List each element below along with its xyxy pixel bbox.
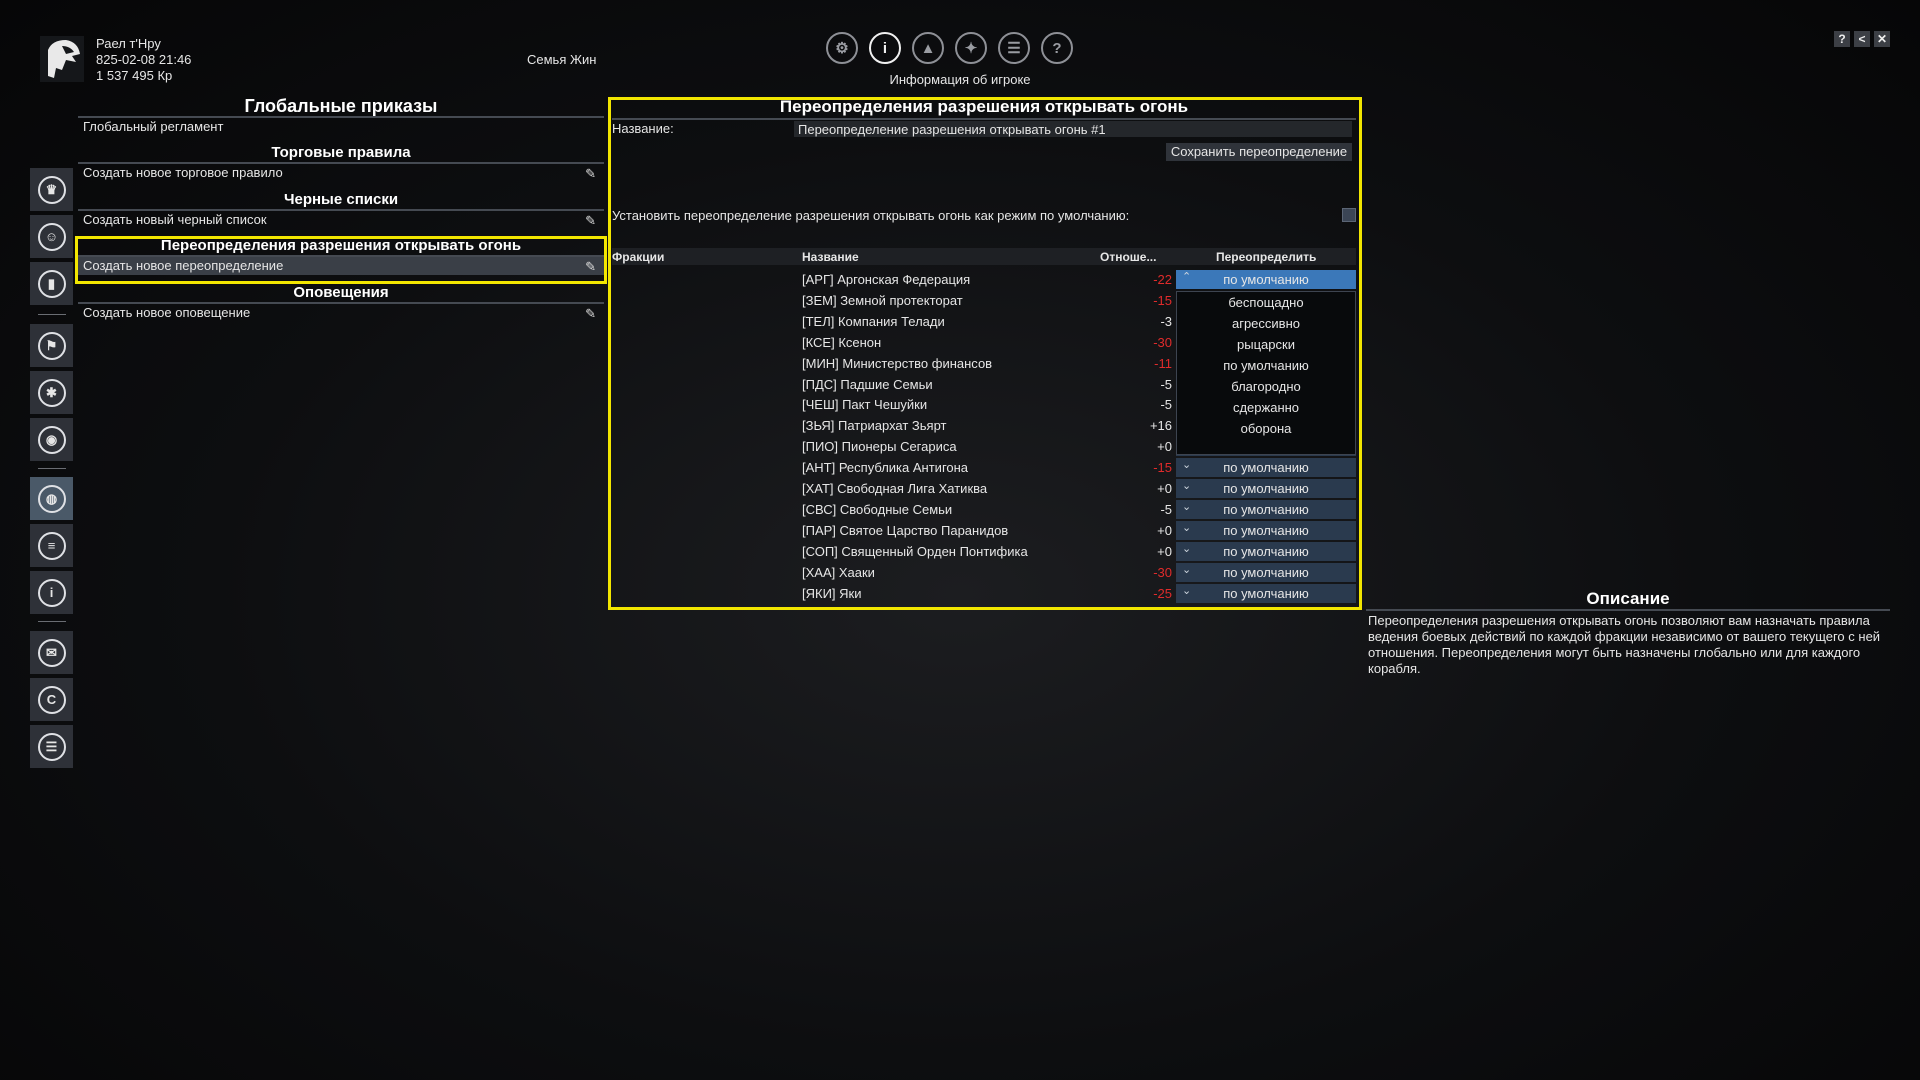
mail-button[interactable]: ✉	[30, 631, 73, 674]
description-text: Переопределения разрешения открывать ого…	[1368, 613, 1881, 676]
left-bar-divider	[38, 621, 66, 622]
left-bar-divider	[38, 468, 66, 469]
fire-overrides-highlight	[75, 236, 607, 284]
window-back-button[interactable]: <	[1854, 31, 1870, 47]
inventory-icon: ◉	[37, 425, 66, 454]
window-close-button[interactable]: ✕	[1874, 31, 1890, 47]
list-icon: ≡	[37, 531, 66, 560]
window-help-button[interactable]: ?	[1834, 31, 1850, 47]
gear-icon[interactable]: ⚙	[826, 32, 858, 64]
research-icon: ✱	[37, 378, 66, 407]
mail-icon: ✉	[37, 638, 66, 667]
left-bar-divider	[38, 314, 66, 315]
player-datetime: 825-02-08 21:46	[96, 52, 192, 67]
player-portrait-icon	[40, 36, 84, 82]
info-button[interactable]: i	[30, 571, 73, 614]
player-info-icon[interactable]: i	[869, 32, 901, 64]
stats-button[interactable]: ▮	[30, 262, 73, 305]
window-controls: ? < ✕	[1834, 31, 1890, 47]
create-blacklist-item[interactable]: Создать новый черный список ✎	[78, 211, 604, 229]
top-menu-subtitle: Информация об игроке	[889, 72, 1031, 87]
blacklists-title: Черные списки	[283, 191, 399, 208]
description-title: Описание	[1586, 589, 1670, 608]
credits-button[interactable]: C	[30, 678, 73, 721]
database-button[interactable]: ☰	[30, 725, 73, 768]
crown-button[interactable]: ♛	[30, 168, 73, 211]
section-divider	[1366, 609, 1890, 611]
database-icon: ☰	[37, 732, 66, 761]
help-icon[interactable]: ?	[1041, 32, 1073, 64]
player-family: Семья Жин	[527, 52, 597, 67]
trade-rules-title: Торговые правила	[271, 144, 411, 161]
inventory-button[interactable]: ◉	[30, 418, 73, 461]
logbook-icon[interactable]: ☰	[998, 32, 1030, 64]
globe-icon: ◍	[37, 484, 66, 513]
list-button[interactable]: ≡	[30, 524, 73, 567]
info-icon: i	[37, 578, 66, 607]
player-name: Раел т'Нру	[96, 36, 161, 51]
create-alert-item[interactable]: Создать новое оповещение ✎	[78, 304, 604, 322]
fire-override-panel-highlight	[608, 97, 1362, 610]
ship-icon[interactable]: ▲	[912, 32, 944, 64]
global-regulation-item[interactable]: Глобальный регламент	[78, 118, 604, 136]
map-icon[interactable]: ✦	[955, 32, 987, 64]
pencil-icon[interactable]: ✎	[585, 212, 596, 230]
faction-icon: ⚑	[37, 331, 66, 360]
create-blacklist-label: Создать новый черный список	[83, 212, 267, 227]
create-alert-label: Создать новое оповещение	[83, 305, 251, 320]
stats-icon: ▮	[37, 269, 66, 298]
faction-button[interactable]: ⚑	[30, 324, 73, 367]
crown-icon: ♛	[37, 175, 66, 204]
player-credits: 1 537 495 Кр	[96, 68, 173, 83]
globe-button[interactable]: ◍	[30, 477, 73, 520]
global-orders-title: Глобальные приказы	[244, 96, 438, 116]
research-button[interactable]: ✱	[30, 371, 73, 414]
top-menu-icons: ⚙ i ▲ ✦ ☰ ?	[826, 32, 1073, 68]
people-button[interactable]: ☺	[30, 215, 73, 258]
pencil-icon[interactable]: ✎	[585, 305, 596, 323]
create-trade-rule-label: Создать новое торговое правило	[83, 165, 283, 180]
people-icon: ☺	[37, 222, 66, 251]
pencil-icon[interactable]: ✎	[585, 165, 596, 183]
credits-icon: C	[37, 685, 66, 714]
create-trade-rule-item[interactable]: Создать новое торговое правило ✎	[78, 164, 604, 182]
alerts-title: Оповещения	[293, 284, 389, 301]
